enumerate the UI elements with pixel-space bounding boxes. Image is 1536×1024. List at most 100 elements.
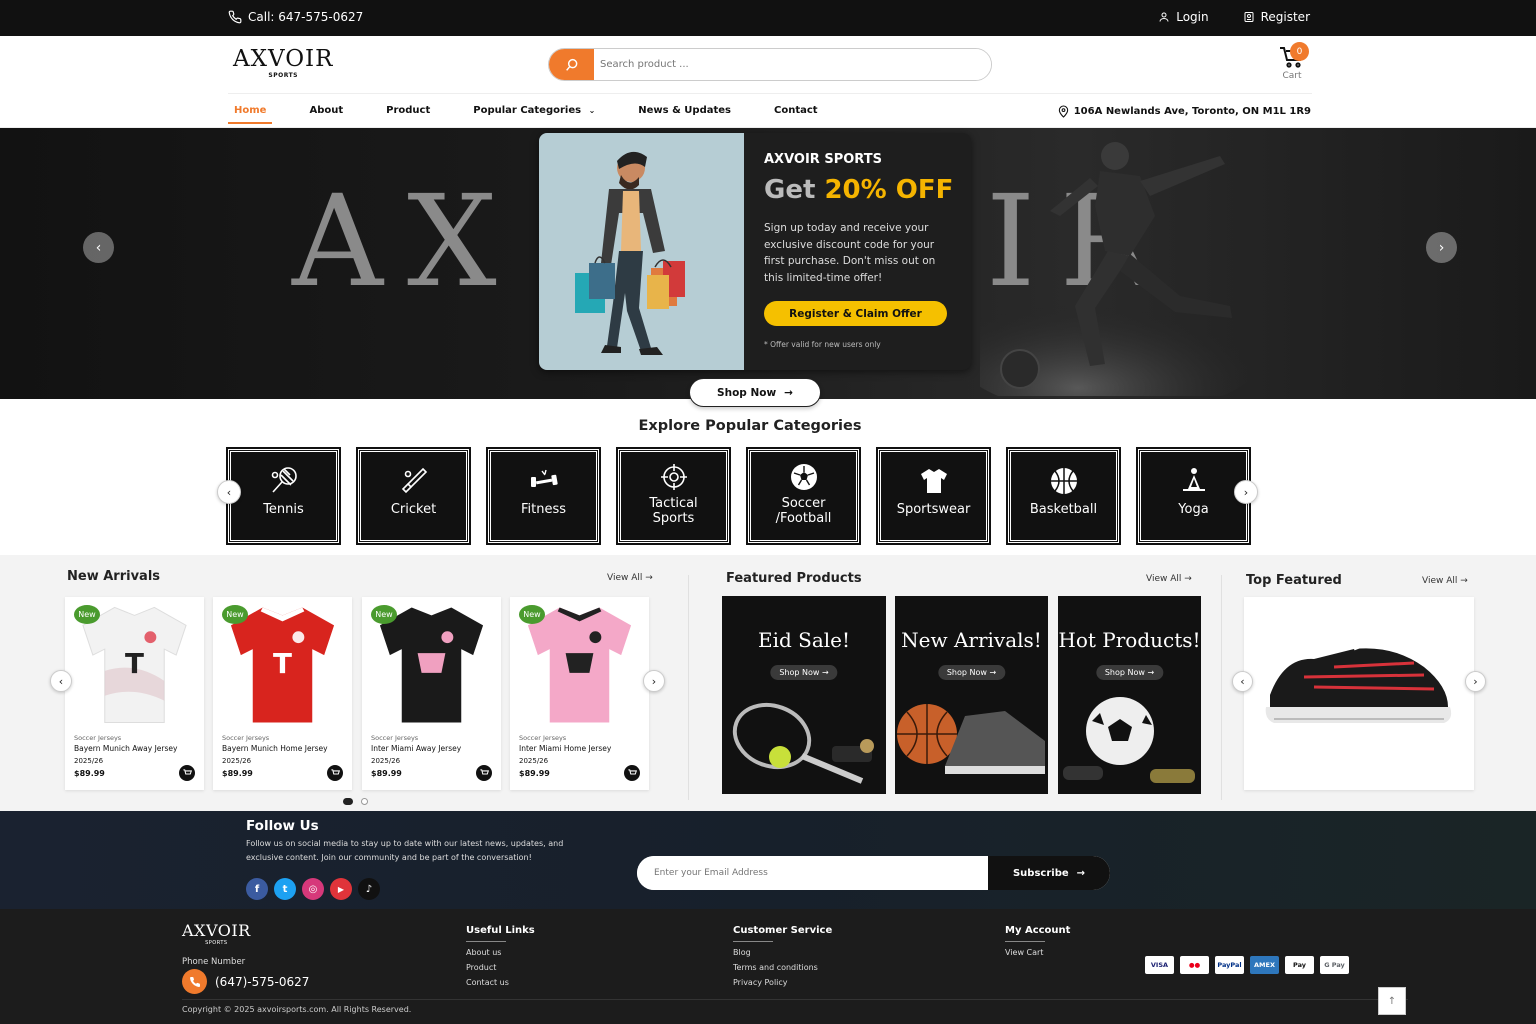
add-to-cart-button[interactable] [624,765,640,781]
crosshair-icon [660,464,687,490]
dumbbell-icon [530,469,558,487]
nav-news-updates[interactable]: News & Updates [632,102,737,124]
category-cricket[interactable]: Cricket [356,447,471,545]
banner-title: Hot Products! [1058,628,1201,652]
arrow-right-icon: → [1076,867,1086,879]
call-info[interactable]: Call: 647-575-0627 [228,10,363,24]
back-to-top-button[interactable]: ↑ [1378,987,1406,1015]
new-arrivals-next-button[interactable]: › [643,670,665,692]
top-featured-next-button[interactable]: › [1465,671,1486,692]
register-icon [1244,12,1254,22]
footer-link-product[interactable]: Product [466,963,535,972]
chevron-left-icon: ‹ [226,485,232,499]
category-label: Tennis [263,502,304,517]
soccer-ball-icon [790,464,817,490]
mastercard-icon: ●● [1180,956,1209,974]
add-to-cart-button[interactable] [327,765,343,781]
instagram-icon[interactable]: ◎ [302,878,324,900]
category-fitness[interactable]: Fitness [486,447,601,545]
add-to-cart-button[interactable] [476,765,492,781]
featured-banner-hot-products[interactable]: Hot Products! Shop Now → [1058,596,1201,794]
nav-contact[interactable]: Contact [768,102,824,124]
subscribe-button[interactable]: Subscribe → [988,856,1110,890]
footer-logo[interactable]: AXVOIR SPORTS [182,921,251,946]
login-label: Login [1176,10,1209,24]
yoga-icon [1182,468,1205,491]
footer-link-contact-us[interactable]: Contact us [466,978,535,987]
categories-next-button[interactable]: › [1234,480,1258,504]
product-season: 2025/26 [74,757,104,765]
footer-link-about-us[interactable]: About us [466,948,535,957]
popup-note: * Offer valid for new users only [764,340,881,349]
top-bar: Call: 647-575-0627 Login Register [0,0,1536,36]
product-price: $89.99 [222,769,253,778]
add-to-cart-button[interactable] [179,765,195,781]
cart-icon [479,769,489,775]
banner-shop-now-button[interactable]: Shop Now → [1095,665,1164,680]
address-text: 106A Newlands Ave, Toronto, ON M1L 1R9 [1073,106,1311,117]
register-claim-offer-button[interactable]: Register & Claim Offer [764,301,947,326]
email-input[interactable] [637,856,988,890]
search-button[interactable] [549,49,594,80]
cart[interactable]: 0 Cart [1272,42,1312,81]
cart-count-badge: 0 [1290,42,1309,61]
product-card[interactable]: T New Soccer Jerseys Bayern Munich Away … [65,597,204,790]
hero-shop-now-button[interactable]: Shop Now → [689,378,821,407]
twitter-icon[interactable]: t [274,878,296,900]
view-all-label: View All [1422,576,1458,586]
header-divider [228,93,1312,94]
arrow-right-icon: → [1460,576,1468,586]
offer-highlight: 20% OFF [824,175,954,205]
hero-prev-button[interactable]: ‹ [83,232,114,263]
top-featured-title: Top Featured [1246,573,1342,588]
categories-title: Explore Popular Categories [638,418,862,434]
banner-shop-now-button[interactable]: Shop Now → [770,665,838,680]
facebook-icon[interactable]: f [246,878,268,900]
new-arrivals-view-all[interactable]: View All → [607,573,653,583]
category-label: Sportswear [896,502,971,517]
product-card[interactable]: T New Soccer Jerseys Bayern Munich Home … [213,597,352,790]
footer-link-view-cart[interactable]: View Cart [1005,948,1070,957]
category-tactical-sports[interactable]: Tactical Sports [616,447,731,545]
location-pin-icon [1058,105,1068,118]
product-card[interactable]: New Soccer Jerseys Inter Miami Home Jers… [510,597,649,790]
tshirt-icon [920,469,947,493]
nav-product[interactable]: Product [380,102,436,124]
top-featured-prev-button[interactable]: ‹ [1232,671,1253,692]
nav-about[interactable]: About [303,102,349,124]
youtube-icon[interactable]: ▶ [330,878,352,900]
featured-banner-eid-sale[interactable]: Eid Sale! Shop Now → [722,596,886,794]
footer-link-privacy[interactable]: Privacy Policy [733,978,832,987]
category-sportswear[interactable]: Sportswear [876,447,991,545]
product-card[interactable]: New Soccer Jerseys Inter Miami Away Jers… [362,597,501,790]
nav-home[interactable]: Home [228,102,273,124]
tiktok-icon[interactable]: ♪ [358,878,380,900]
category-soccer-football[interactable]: Soccer /Football [746,447,861,545]
category-basketball[interactable]: Basketball [1006,447,1121,545]
top-featured-product-card[interactable] [1244,597,1474,790]
featured-banner-new-arrivals[interactable]: New Arrivals! Shop Now → [895,596,1048,794]
footer-my-account: My Account View Cart [1005,925,1070,957]
category-label: Tactical Sports [649,496,698,526]
nav-popular-categories[interactable]: Popular Categories ⌄ [467,102,601,124]
footer-link-blog[interactable]: Blog [733,948,832,957]
featured-view-all[interactable]: View All → [1146,574,1192,584]
pagination-dot-active[interactable] [343,798,353,805]
footer-link-terms[interactable]: Terms and conditions [733,963,832,972]
top-featured-view-all[interactable]: View All → [1422,576,1468,586]
category-tennis[interactable]: Tennis [226,447,341,545]
banner-shop-now-button[interactable]: Shop Now → [937,665,1006,680]
banner-title: New Arrivals! [901,628,1042,652]
categories-prev-button[interactable]: ‹ [217,480,241,504]
footer-phone[interactable]: (647)-575-0627 [182,969,309,994]
login-link[interactable]: Login [1158,10,1209,24]
new-arrivals-prev-button[interactable]: ‹ [50,670,72,692]
pagination-dot[interactable] [361,798,368,805]
user-icon [1159,12,1169,22]
site-logo[interactable]: AXVOIR SPORTS [233,46,333,79]
hero-next-button[interactable]: › [1426,232,1457,263]
category-yoga[interactable]: Yoga [1136,447,1251,545]
google-pay-icon: G Pay [1320,956,1349,974]
register-link[interactable]: Register [1243,10,1310,24]
search-input[interactable] [594,49,991,80]
